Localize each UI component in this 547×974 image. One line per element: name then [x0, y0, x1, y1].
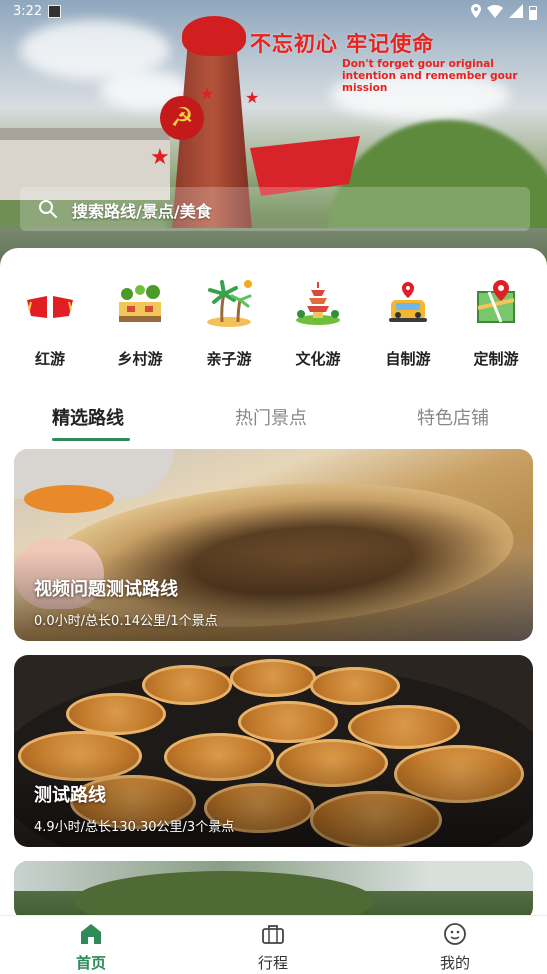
category-label: 自制游: [385, 350, 431, 368]
category-custom-tour[interactable]: 定制游: [456, 278, 536, 369]
palm-tree-icon: [204, 278, 254, 328]
active-tab-indicator: [52, 438, 130, 441]
star-icon: ★: [150, 145, 170, 170]
search-bar[interactable]: 搜索路线/景点/美食: [20, 187, 530, 231]
hero-slogan: 不忘初心 牢记使命: [250, 32, 435, 56]
tab-popular-spots[interactable]: 热门景点: [235, 404, 307, 430]
village-icon: [115, 278, 165, 328]
hero-slogan-en: Don't forget gour original intention and…: [342, 58, 518, 94]
home-icon: [79, 922, 103, 946]
route-card[interactable]: 测试路线 4.9小时/总长130.30公里/3个景点: [14, 655, 533, 847]
face-icon: [443, 922, 467, 946]
flatbread: [66, 693, 166, 735]
car-pin-icon: [383, 278, 433, 328]
category-label: 乡村游: [117, 350, 163, 368]
category-self-made-tour[interactable]: 自制游: [368, 278, 448, 369]
map-pin-icon: [471, 278, 521, 328]
flatbread: [142, 665, 232, 705]
star-icon: ★: [200, 84, 215, 103]
flatbread: [230, 659, 316, 697]
briefcase-icon: [261, 922, 285, 946]
route-meta: 4.9小时/总长130.30公里/3个景点: [34, 820, 235, 835]
route-title: 视频问题测试路线: [34, 579, 178, 600]
location-icon: [471, 4, 481, 21]
star-icon: ★: [245, 88, 260, 107]
battery-icon: [529, 5, 537, 20]
flatbread: [348, 705, 460, 749]
search-icon: [38, 199, 58, 219]
background-object: [24, 485, 114, 513]
signal-icon: [509, 4, 523, 21]
tab-featured-routes[interactable]: 精选路线: [52, 404, 124, 430]
red-flags-icon: [25, 278, 75, 328]
category-row: 红游 乡村游 亲子游 文化游 自制游 定制游: [0, 278, 547, 378]
category-label: 定制游: [473, 350, 519, 368]
bottom-navigation: 首页 行程 我的: [0, 915, 547, 974]
nav-home[interactable]: 首页: [51, 922, 131, 973]
category-label: 亲子游: [206, 350, 252, 368]
search-placeholder: 搜索路线/景点/美食: [72, 202, 212, 221]
pagoda-icon: [293, 278, 343, 328]
nav-mine[interactable]: 我的: [415, 922, 495, 973]
wifi-icon: [487, 4, 503, 21]
nav-label: 首页: [75, 954, 106, 972]
route-meta: 0.0小时/总长0.14公里/1个景点: [34, 614, 218, 629]
flatbread: [310, 667, 400, 705]
hammer-sickle-emblem: ☭: [160, 96, 204, 140]
route-title: 测试路线: [34, 785, 106, 806]
nav-itinerary[interactable]: 行程: [233, 922, 313, 973]
status-time: 3:22: [13, 4, 43, 19]
category-village-tour[interactable]: 乡村游: [100, 278, 180, 369]
route-card[interactable]: 视频问题测试路线 0.0小时/总长0.14公里/1个景点: [14, 449, 533, 641]
route-card[interactable]: [14, 861, 533, 921]
home-screen: ☭ ★ ★ ★ 不忘初心 牢记使命 Don't forget gour orig…: [0, 0, 547, 974]
category-label: 文化游: [295, 350, 341, 368]
notification-icon: [48, 5, 61, 18]
category-culture-tour[interactable]: 文化游: [278, 278, 358, 369]
flatbread: [238, 701, 338, 743]
status-icons: [471, 4, 537, 21]
category-label: 红游: [34, 350, 65, 368]
category-family-tour[interactable]: 亲子游: [189, 278, 269, 369]
tab-specialty-shops[interactable]: 特色店铺: [417, 404, 489, 430]
nav-label: 我的: [439, 954, 470, 972]
status-bar: 3:22: [0, 0, 547, 24]
category-red-tour[interactable]: 红游: [10, 278, 90, 369]
nav-label: 行程: [257, 954, 288, 972]
